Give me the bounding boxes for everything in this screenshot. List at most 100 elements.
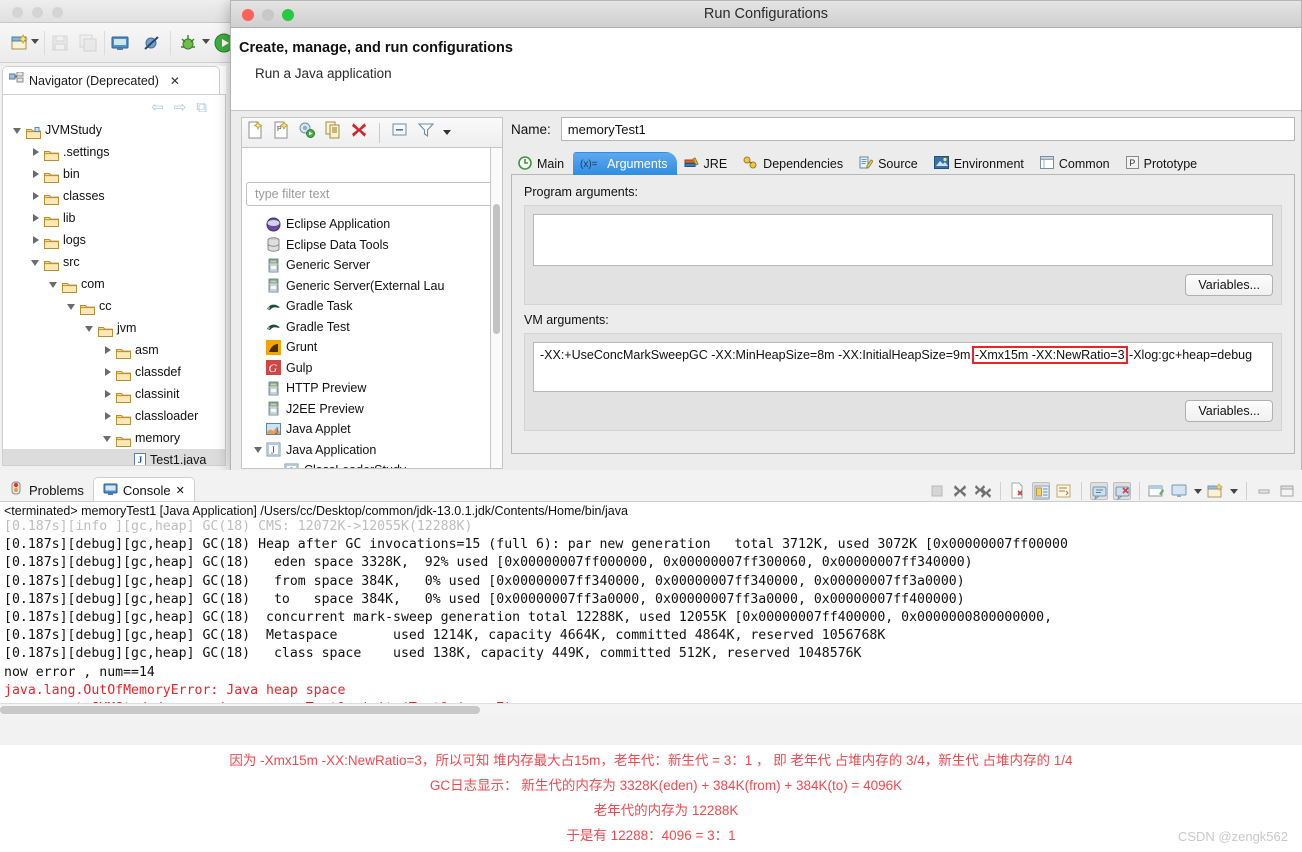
chevron-right-icon[interactable] — [31, 213, 42, 224]
config-type-grunt[interactable]: Grunt — [242, 337, 490, 358]
tree-item-src[interactable]: src — [3, 251, 225, 273]
tab-prototype[interactable]: P Prototype — [1119, 152, 1207, 175]
tree-item-settings[interactable]: .settings — [3, 141, 225, 163]
chevron-down-icon[interactable] — [85, 323, 96, 334]
vm-arguments-input[interactable]: -XX:+UseConcMarkSweepGC -XX:MinHeapSize=… — [533, 342, 1273, 392]
show-console-on-output-icon[interactable] — [1090, 482, 1108, 501]
tree-item-cc[interactable]: cc — [3, 295, 225, 317]
vm-variables-button[interactable]: Variables... — [1185, 400, 1273, 422]
config-type-httppreview[interactable]: HTTP Preview — [242, 378, 490, 399]
tab-jre[interactable]: JRE — [677, 152, 737, 175]
chevron-right-icon[interactable] — [103, 389, 114, 400]
config-type-genericserverexternallau[interactable]: Generic Server(External Lau — [242, 276, 490, 297]
delete-icon[interactable] — [350, 121, 368, 144]
minimize-icon[interactable] — [1255, 482, 1273, 500]
dialog-close-button[interactable] — [242, 9, 254, 21]
program-arguments-input[interactable] — [533, 214, 1273, 266]
tab-problems[interactable]: Problems — [0, 477, 93, 503]
chevron-right-icon[interactable] — [31, 235, 42, 246]
tree-item-classes[interactable]: classes — [3, 185, 225, 207]
new-wizard-dropdown-arrow-icon[interactable] — [31, 39, 39, 44]
open-console-icon[interactable] — [1171, 482, 1189, 500]
console-horizontal-scrollbar-thumb[interactable] — [0, 706, 480, 714]
tree-item-bin[interactable]: bin — [3, 163, 225, 185]
back-arrow-icon[interactable]: ⇦ — [151, 98, 164, 116]
tab-source[interactable]: Source — [852, 152, 927, 175]
filter-dropdown-arrow-icon[interactable] — [443, 130, 451, 135]
config-type-eclipseapplication[interactable]: Eclipse Application — [242, 214, 490, 235]
chevron-down-icon[interactable] — [67, 301, 78, 312]
filter-icon[interactable] — [417, 121, 435, 144]
tree-item-jvmstudy[interactable]: JVMStudy — [3, 119, 225, 141]
tree-item-memory[interactable]: memory — [3, 427, 225, 449]
debug-icon[interactable] — [178, 33, 198, 53]
tree-item-classloader[interactable]: classloader — [3, 405, 225, 427]
project-tree[interactable]: JVMStudy .settings bin classes lib logs src com… — [3, 119, 225, 465]
remove-launch-icon[interactable] — [951, 482, 969, 500]
config-type-classloaderstudy[interactable]: J ClassLoaderStudy — [242, 460, 490, 468]
tree-item-lib[interactable]: lib — [3, 207, 225, 229]
chevron-down-icon[interactable] — [103, 433, 114, 444]
config-type-genericserver[interactable]: Generic Server — [242, 255, 490, 276]
eclipse-zoom-button[interactable] — [52, 7, 63, 18]
console-output-surface[interactable]: <terminated> memoryTest1 [Java Applicati… — [0, 501, 1302, 715]
config-type-gradletest[interactable]: Gradle Test — [242, 317, 490, 338]
new-wizard-icon[interactable] — [10, 33, 30, 53]
config-type-eclipsedatatools[interactable]: Eclipse Data Tools — [242, 235, 490, 256]
config-type-gulp[interactable]: G Gulp — [242, 358, 490, 379]
link-with-editor-icon[interactable]: ⧉ — [196, 99, 207, 116]
tab-dependencies[interactable]: Dependencies — [736, 152, 852, 175]
chevron-right-icon[interactable] — [31, 147, 42, 158]
export-icon[interactable] — [298, 121, 316, 144]
new-console-view-icon[interactable] — [1207, 482, 1225, 500]
duplicate-icon[interactable] — [324, 121, 342, 144]
config-type-javaapplication[interactable]: J Java Application — [242, 440, 490, 461]
config-type-javaapplet[interactable]: J Java Applet — [242, 419, 490, 440]
tree-item-logs[interactable]: logs — [3, 229, 225, 251]
tree-item-jvm[interactable]: jvm — [3, 317, 225, 339]
tab-common[interactable]: Common — [1033, 152, 1119, 175]
tab-console[interactable]: Console ✕ — [92, 477, 195, 503]
tree-item-asm[interactable]: asm — [3, 339, 225, 361]
close-icon[interactable]: ✕ — [176, 484, 185, 497]
tree-item-test1java[interactable]: J Test1.java — [3, 449, 225, 465]
open-console-dropdown-arrow-icon[interactable] — [1194, 488, 1202, 494]
new-configuration-icon[interactable] — [246, 120, 264, 144]
chevron-right-icon[interactable] — [31, 169, 42, 180]
close-icon[interactable]: ✕ — [170, 74, 180, 88]
pin-console-icon[interactable] — [1113, 482, 1131, 501]
eclipse-close-button[interactable] — [12, 7, 23, 18]
collapse-all-icon[interactable] — [391, 121, 409, 144]
eclipse-minimize-button[interactable] — [32, 7, 43, 18]
chevron-right-icon[interactable] — [103, 411, 114, 422]
tab-main[interactable]: Main — [511, 152, 573, 175]
new-console-dropdown-arrow-icon[interactable] — [1230, 488, 1238, 494]
display-selected-console-icon[interactable] — [1148, 482, 1166, 500]
chevron-right-icon[interactable] — [31, 191, 42, 202]
dialog-zoom-button[interactable] — [282, 9, 294, 21]
chevron-down-icon[interactable] — [49, 279, 60, 290]
scroll-lock-icon[interactable] — [1032, 482, 1050, 500]
tab-arguments[interactable]: (x)= Arguments — [573, 152, 677, 175]
tree-item-classinit[interactable]: classinit — [3, 383, 225, 405]
new-prototype-icon[interactable]: P — [272, 120, 290, 144]
clear-console-icon[interactable] — [1009, 482, 1027, 500]
tree-item-classdef[interactable]: classdef — [3, 361, 225, 383]
configurations-scrollbar-thumb[interactable] — [493, 204, 500, 334]
dialog-minimize-button[interactable] — [262, 9, 274, 21]
maximize-icon[interactable] — [1278, 482, 1296, 500]
config-type-gradletask[interactable]: Gradle Task — [242, 296, 490, 317]
filter-input[interactable]: type filter text — [246, 182, 490, 206]
chevron-down-icon[interactable] — [254, 444, 265, 455]
chevron-down-icon[interactable] — [13, 125, 24, 136]
tree-item-com[interactable]: com — [3, 273, 225, 295]
configuration-types-list[interactable]: type filter text Eclipse Application Ecli… — [241, 147, 491, 469]
word-wrap-icon[interactable] — [1055, 482, 1073, 500]
debug-dropdown-arrow-icon[interactable] — [202, 39, 210, 44]
skip-breakpoints-icon[interactable] — [142, 33, 162, 53]
tab-environment[interactable]: Environment — [927, 152, 1033, 175]
chevron-down-icon[interactable] — [31, 257, 42, 268]
name-input[interactable]: memoryTest1 — [560, 117, 1295, 141]
config-type-j2eepreview[interactable]: J2EE Preview — [242, 399, 490, 420]
forward-arrow-icon[interactable]: ⇨ — [174, 98, 187, 116]
